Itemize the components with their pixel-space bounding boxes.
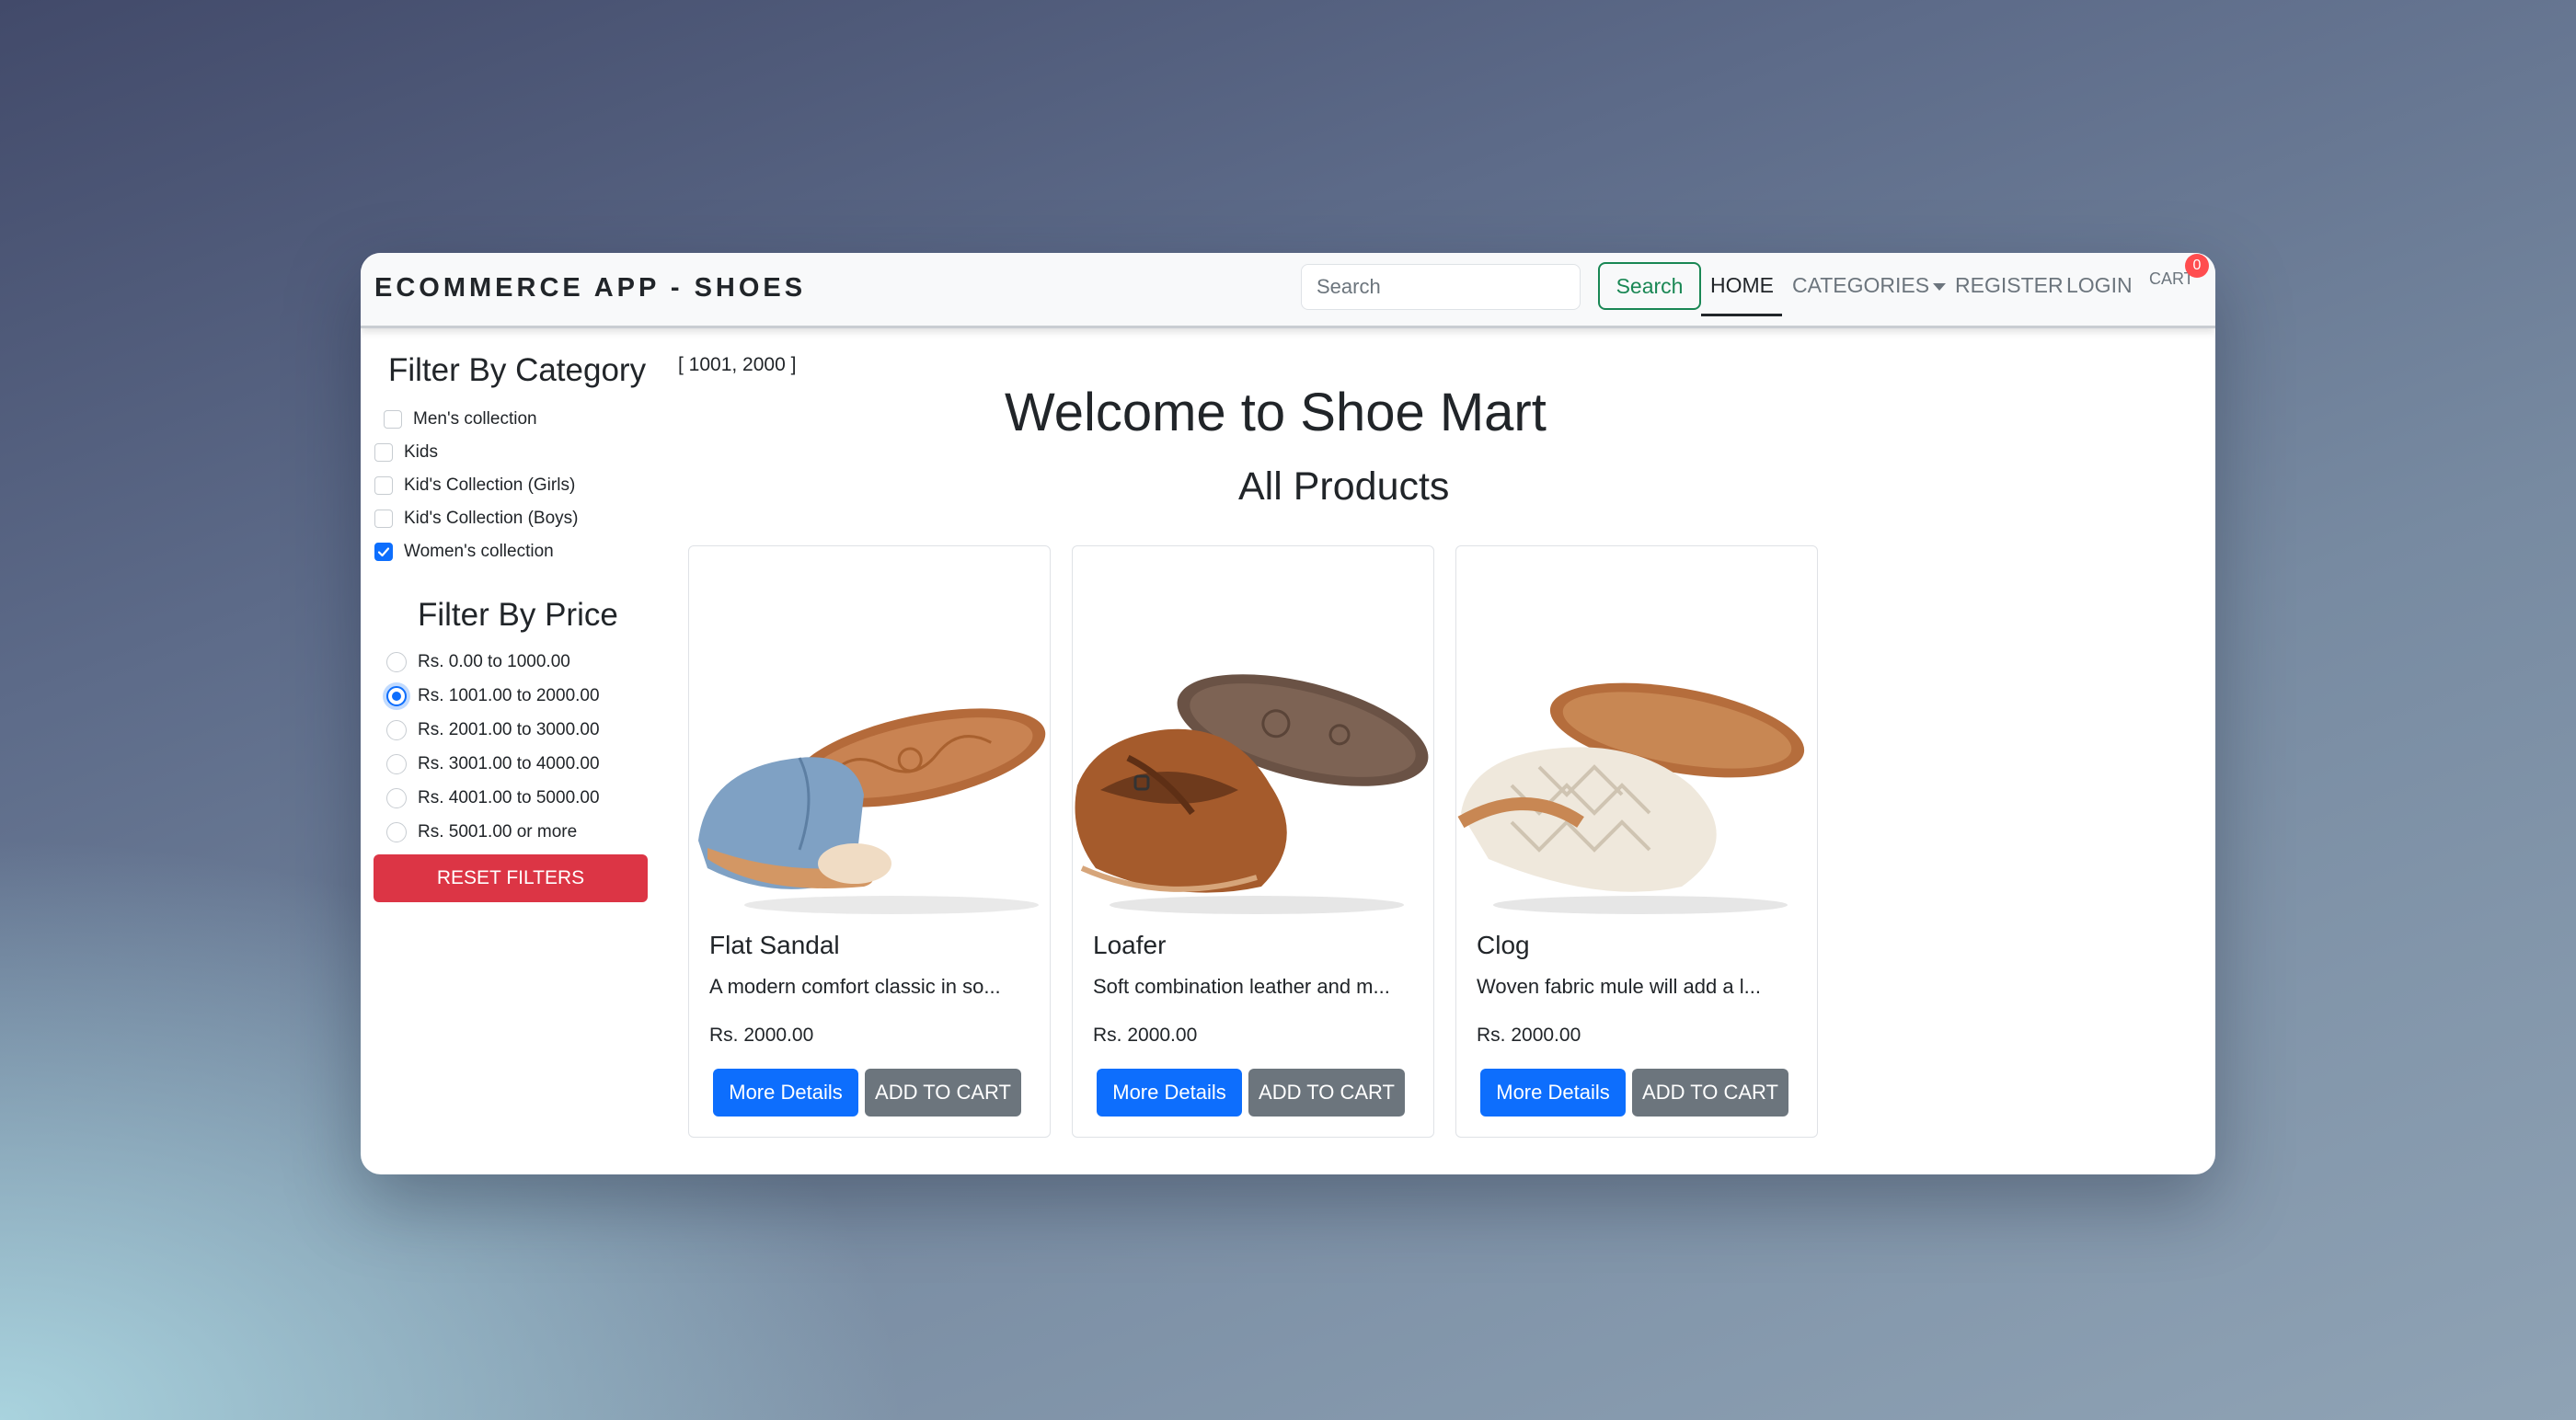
more-details-button[interactable]: More Details [1097,1069,1242,1117]
price-filter-option[interactable]: Rs. 5001.00 or more [386,822,577,842]
radio[interactable] [386,652,407,672]
product-image[interactable] [1456,629,1817,923]
product-card: Clog Woven fabric mule will add a l... R… [1455,545,1818,1138]
radio-selected[interactable] [386,686,407,706]
category-filter-girls[interactable]: Kid's Collection (Girls) [374,475,575,496]
nav-categories-label: CATEGORIES [1792,273,1930,297]
more-details-button[interactable]: More Details [713,1069,858,1117]
checkbox[interactable] [374,510,393,528]
page-title: Welcome to Shoe Mart [1005,383,1547,442]
product-image[interactable] [1073,629,1433,923]
price-label: Rs. 5001.00 or more [418,822,578,842]
nav-login-link[interactable]: LOGIN [2066,273,2133,298]
category-label: Men's collection [413,409,537,429]
checkbox-checked[interactable] [374,543,393,561]
price-filter-option[interactable]: Rs. 0.00 to 1000.00 [386,652,570,672]
price-label: Rs. 2001.00 to 3000.00 [418,720,600,739]
checkbox[interactable] [374,443,393,462]
price-label: Rs. 0.00 to 1000.00 [418,652,570,671]
radio[interactable] [386,788,407,808]
active-nav-indicator [1701,314,1782,316]
more-details-button[interactable]: More Details [1480,1069,1626,1117]
price-filter-option[interactable]: Rs. 1001.00 to 2000.00 [386,686,600,706]
product-description: A modern comfort classic in so... [709,975,1001,998]
product-card: Loafer Soft combination leather and m...… [1072,545,1434,1138]
nav-categories-dropdown[interactable]: CATEGORIES [1792,273,1947,298]
price-filter-option[interactable]: Rs. 4001.00 to 5000.00 [386,788,600,808]
product-image[interactable] [689,629,1050,923]
section-title: All Products [1238,464,1450,509]
category-label: Kid's Collection (Boys) [404,509,579,528]
price-label: Rs. 1001.00 to 2000.00 [418,686,600,705]
category-filter-boys[interactable]: Kid's Collection (Boys) [374,509,578,529]
product-description: Soft combination leather and m... [1093,975,1390,998]
price-filter-option[interactable]: Rs. 3001.00 to 4000.00 [386,754,600,774]
navbar: ECOMMERCE APP - SHOES Search HOME CATEGO… [361,253,2215,328]
selected-range-text: [ 1001, 2000 ] [678,354,797,375]
reset-filters-button[interactable]: RESET FILTERS [374,854,648,902]
nav-home-link[interactable]: HOME [1710,273,1774,298]
category-label: Women's collection [404,542,554,561]
radio[interactable] [386,822,407,842]
add-to-cart-button[interactable]: ADD TO CART [1632,1069,1788,1117]
product-price: Rs. 2000.00 [709,1025,814,1046]
nav-register-link[interactable]: REGISTER [1955,273,2064,298]
product-price: Rs. 2000.00 [1477,1025,1581,1046]
category-label: Kids [404,442,438,462]
product-description: Woven fabric mule will add a l... [1477,975,1761,998]
category-label: Kid's Collection (Girls) [404,475,576,495]
price-filter-option[interactable]: Rs. 2001.00 to 3000.00 [386,720,600,740]
radio[interactable] [386,720,407,740]
category-filter-womens[interactable]: Women's collection [374,542,554,562]
price-label: Rs. 3001.00 to 4000.00 [418,754,600,773]
product-name: Loafer [1093,931,1167,959]
product-price: Rs. 2000.00 [1093,1025,1198,1046]
add-to-cart-button[interactable]: ADD TO CART [865,1069,1021,1117]
price-label: Rs. 4001.00 to 5000.00 [418,788,600,807]
category-filter-mens[interactable]: Men's collection [384,409,537,429]
category-filter-kids[interactable]: Kids [374,442,438,463]
product-name: Clog [1477,931,1530,959]
app-window: ECOMMERCE APP - SHOES Search HOME CATEGO… [361,253,2215,1174]
checkbox[interactable] [384,410,402,429]
cart-count-badge: 0 [2185,254,2209,278]
caret-down-icon [1933,282,1947,291]
product-name: Flat Sandal [709,931,840,959]
add-to-cart-button[interactable]: ADD TO CART [1248,1069,1405,1117]
product-card: Flat Sandal A modern comfort classic in … [688,545,1051,1138]
search-input[interactable] [1301,264,1581,310]
radio[interactable] [386,754,407,774]
category-filter-title: Filter By Category [388,352,647,388]
brand-logo[interactable]: ECOMMERCE APP - SHOES [374,273,806,303]
checkbox[interactable] [374,476,393,495]
price-filter-title: Filter By Price [418,597,618,633]
checkmark-icon [377,547,390,557]
search-button[interactable]: Search [1598,262,1701,310]
